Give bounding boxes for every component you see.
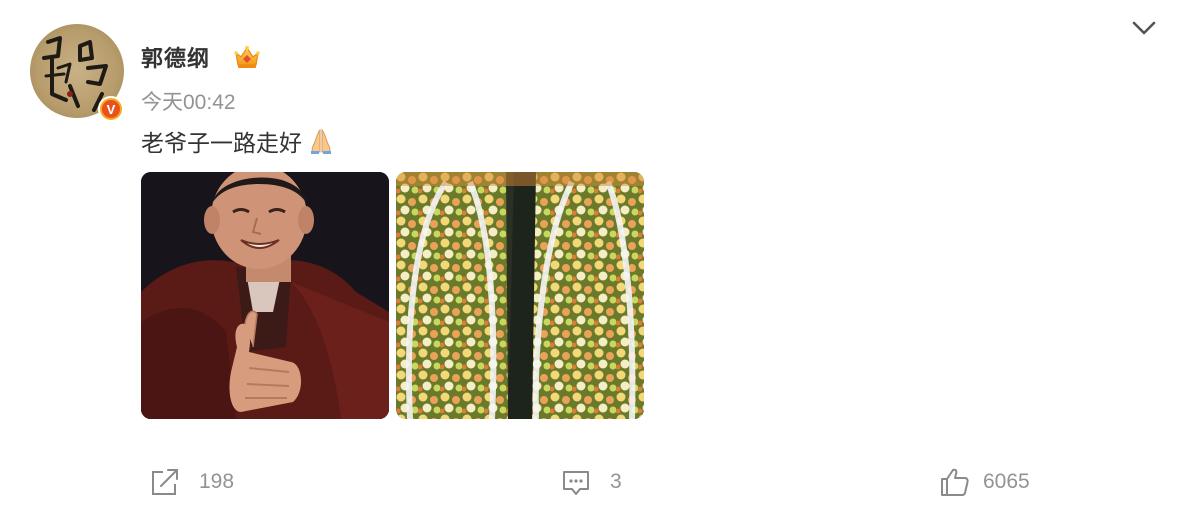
funeral-wreaths-photo[interactable] [396,172,644,419]
like-button[interactable]: 6065 [939,466,1030,498]
like-count: 6065 [983,470,1030,493]
comment-count: 3 [610,470,622,493]
repost-count: 198 [199,470,235,493]
pray-icon [311,128,331,154]
post-timestamp[interactable]: 今天00:42 [141,86,236,116]
chevron-down-icon[interactable] [1130,16,1158,40]
repost-button[interactable]: 198 [149,466,234,498]
author-name[interactable]: 郭德纲 [141,41,210,73]
post-content: 老爷子一路走好 [141,124,334,158]
portrait-photo[interactable] [141,172,389,419]
comment-icon [563,471,589,495]
verified-badge-icon: V [98,96,124,122]
share-icon [152,469,178,495]
post-text: 老爷子一路走好 [141,131,302,157]
comment-button[interactable]: 3 [560,466,622,498]
weibo-post: V 郭德纲 今天00:42 老爷子一路走好 198 3 6065 [0,0,1188,513]
crown-vip-icon[interactable] [233,44,261,70]
thumbs-up-icon [941,468,969,496]
